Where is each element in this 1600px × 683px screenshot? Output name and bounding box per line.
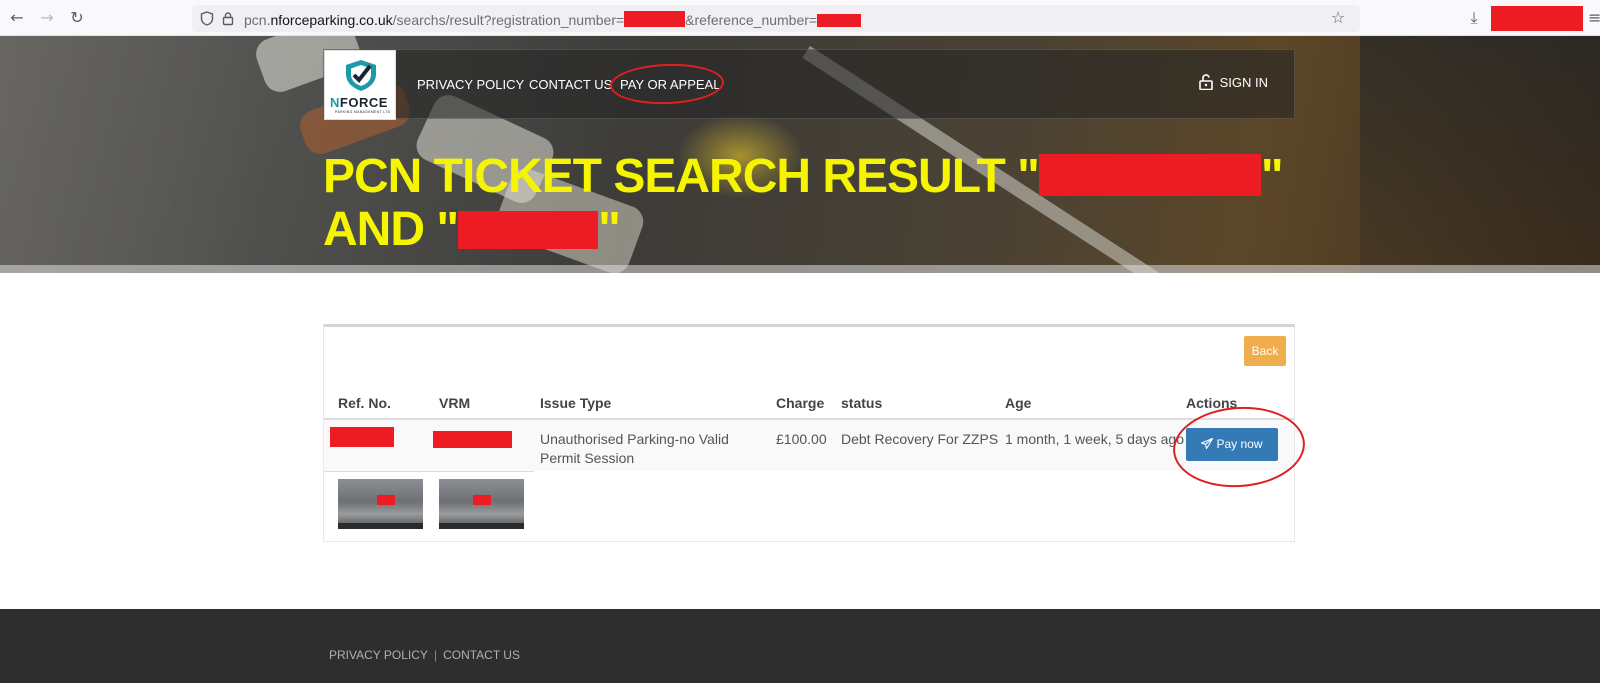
redaction-box bbox=[1491, 6, 1583, 31]
reload-icon[interactable]: ↻ bbox=[68, 9, 86, 27]
logo-wordmark: NFORCE bbox=[330, 95, 388, 110]
row-divider bbox=[324, 471, 534, 472]
bookmark-star-icon[interactable]: ☆ bbox=[1329, 9, 1347, 27]
column-header-status: status bbox=[841, 395, 883, 411]
redaction-box bbox=[377, 495, 395, 505]
url-prefix: pcn. bbox=[244, 12, 271, 28]
evidence-photo-thumbnail[interactable] bbox=[338, 479, 423, 529]
sign-in-label: SIGN IN bbox=[1219, 75, 1268, 90]
footer-contact-us-link[interactable]: CONTACT US bbox=[443, 648, 520, 662]
logo-subtitle: PARKING MANAGEMENT LTD bbox=[335, 110, 391, 114]
url-mid: &reference_number= bbox=[685, 12, 818, 28]
ref-no-redacted bbox=[330, 427, 394, 447]
redaction-box bbox=[473, 495, 491, 505]
nav-contact-us[interactable]: CONTACT US bbox=[529, 77, 612, 92]
footer: PRIVACY POLICY | CONTACT US bbox=[0, 609, 1600, 683]
column-header-charge: Charge bbox=[776, 395, 825, 411]
address-bar[interactable]: pcn.nforceparking.co.uk/searchs/result?r… bbox=[192, 5, 1360, 32]
nforce-logo[interactable]: NFORCE PARKING MANAGEMENT LTD bbox=[324, 50, 396, 120]
redaction-box bbox=[458, 211, 599, 249]
back-button[interactable]: Back bbox=[1244, 336, 1286, 366]
forward-arrow-icon[interactable]: → bbox=[38, 9, 56, 27]
results-panel: Back Ref. No. VRM Issue Type Charge stat… bbox=[323, 324, 1295, 542]
lock-open-icon bbox=[1198, 74, 1213, 90]
logo-word-rest: FORCE bbox=[339, 95, 388, 110]
column-header-issue-type: Issue Type bbox=[540, 395, 612, 411]
padlock-icon[interactable] bbox=[222, 11, 234, 26]
title-text: " bbox=[598, 203, 621, 256]
shield-icon bbox=[346, 60, 376, 91]
redaction-box bbox=[1038, 154, 1261, 196]
column-header-ref-no: Ref. No. bbox=[338, 395, 391, 411]
tracking-shield-icon[interactable] bbox=[200, 11, 214, 26]
column-header-vrm: VRM bbox=[439, 395, 471, 411]
age-cell: 1 month, 1 week, 5 days ago bbox=[1005, 431, 1184, 447]
hero-photo-detail bbox=[1360, 36, 1600, 273]
hero-photo-detail bbox=[0, 265, 1600, 273]
redaction-box bbox=[624, 11, 686, 27]
title-text: " bbox=[1260, 150, 1284, 203]
url-host: nforceparking.co.uk bbox=[270, 12, 393, 28]
logo-letter-n: N bbox=[330, 95, 340, 110]
download-icon[interactable]: ⤓ bbox=[1465, 9, 1483, 27]
nav-privacy-policy[interactable]: PRIVACY POLICY bbox=[417, 77, 524, 92]
back-arrow-icon[interactable]: ← bbox=[8, 9, 26, 27]
top-navigation: NFORCE PARKING MANAGEMENT LTD PRIVACY PO… bbox=[323, 49, 1295, 120]
column-header-age: Age bbox=[1005, 395, 1032, 411]
menu-icon[interactable]: ≡ bbox=[1588, 9, 1600, 27]
status-cell: Debt Recovery For ZZPS bbox=[841, 431, 999, 447]
footer-separator: | bbox=[433, 648, 438, 662]
footer-privacy-policy-link[interactable]: PRIVACY POLICY bbox=[329, 648, 428, 662]
redaction-box bbox=[817, 14, 862, 27]
vrm-redacted bbox=[433, 431, 512, 448]
url-text: pcn.nforceparking.co.uk/searchs/result?r… bbox=[244, 11, 862, 28]
sign-in-link[interactable]: SIGN IN bbox=[1198, 74, 1268, 90]
url-path: /searchs/result?registration_number= bbox=[392, 12, 625, 28]
title-text: PCN TICKET SEARCH RESULT " bbox=[323, 150, 1040, 203]
evidence-photo-thumbnail[interactable] bbox=[439, 479, 524, 529]
title-text: AND " bbox=[323, 203, 459, 256]
page-title: PCN TICKET SEARCH RESULT " " AND " " bbox=[323, 150, 1284, 256]
charge-cell: £100.00 bbox=[776, 431, 827, 447]
issue-type-cell: Unauthorised Parking-no Valid Permit Ses… bbox=[540, 431, 729, 466]
hero-banner: NFORCE PARKING MANAGEMENT LTD PRIVACY PO… bbox=[0, 36, 1600, 273]
footer-links: PRIVACY POLICY | CONTACT US bbox=[329, 648, 520, 662]
browser-toolbar: ← → ↻ pcn.nforceparking.co.uk/searchs/re… bbox=[0, 0, 1600, 36]
